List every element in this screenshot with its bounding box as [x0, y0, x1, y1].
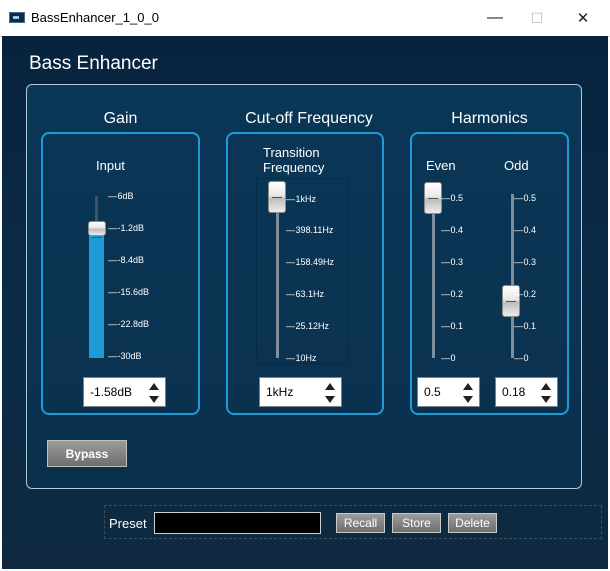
spin-arrows-icon[interactable] — [462, 381, 474, 405]
maximize-button[interactable]: ☐ — [514, 0, 560, 36]
cutoff-title: Cut-off Frequency — [245, 110, 373, 127]
cutoff-value: 1kHz — [266, 385, 294, 399]
delete-button[interactable]: Delete — [448, 513, 497, 533]
spin-arrows-icon[interactable] — [324, 381, 336, 405]
gain-value: -1.58dB — [90, 385, 133, 399]
even-slider-track — [432, 194, 435, 358]
cutoff-tick: 1kHz — [286, 194, 317, 204]
odd-tick: 0.3 — [514, 257, 537, 267]
odd-tick: 0.4 — [514, 225, 537, 235]
odd-slider-track — [511, 194, 514, 358]
gain-title: Gain — [103, 110, 138, 127]
odd-tick: 0 — [514, 353, 529, 363]
preset-name-input[interactable] — [154, 512, 321, 534]
gain-level-bar — [89, 232, 104, 358]
odd-tick: 0.5 — [514, 193, 537, 203]
odd-tick: 0.1 — [514, 321, 537, 331]
gain-group — [41, 132, 200, 415]
even-tick: 0.5 — [441, 193, 464, 203]
cutoff-spinbox[interactable]: 1kHz — [259, 377, 342, 407]
gain-spinbox[interactable]: -1.58dB — [83, 377, 166, 407]
gain-tick: -15.6dB — [108, 287, 150, 297]
cutoff-tick: 10Hz — [286, 353, 317, 363]
recall-button[interactable]: Recall — [336, 513, 385, 533]
odd-value: 0.18 — [502, 385, 526, 399]
harmonics-title: Harmonics — [451, 110, 528, 127]
even-slider-thumb[interactable] — [424, 182, 442, 214]
cutoff-transition-label: Transition Frequency — [263, 145, 325, 175]
cutoff-slider-thumb[interactable] — [268, 181, 286, 213]
even-tick: 0 — [441, 353, 456, 363]
gain-tick: -30dB — [108, 351, 142, 361]
even-tick: 0.2 — [441, 289, 464, 299]
preset-label: Preset — [109, 516, 147, 531]
gain-slider-thumb[interactable] — [88, 221, 106, 238]
harmonics-odd-label: Odd — [504, 158, 529, 173]
gain-tick: 6dB — [108, 191, 134, 201]
cutoff-tick: 63.1Hz — [286, 289, 325, 299]
store-button[interactable]: Store — [392, 513, 441, 533]
harmonics-even-label: Even — [426, 158, 456, 173]
bypass-button[interactable]: Bypass — [47, 440, 127, 467]
even-tick: 0.1 — [441, 321, 464, 331]
minimize-button[interactable]: — — [472, 0, 518, 36]
cutoff-tick: 158.49Hz — [286, 257, 335, 267]
app-icon — [9, 12, 25, 23]
close-button[interactable]: ✕ — [560, 0, 606, 36]
spin-arrows-icon[interactable] — [148, 381, 160, 405]
odd-spinbox[interactable]: 0.18 — [495, 377, 558, 407]
gain-input-label: Input — [96, 158, 125, 173]
window-title: BassEnhancer_1_0_0 — [31, 10, 159, 25]
gain-tick: -1.2dB — [108, 223, 145, 233]
cutoff-tick: 398.11Hz — [286, 225, 334, 235]
cutoff-slider-track — [276, 194, 279, 358]
odd-tick: 0.2 — [514, 289, 537, 299]
spin-arrows-icon[interactable] — [540, 381, 552, 405]
gain-tick: -8.4dB — [108, 255, 145, 265]
cutoff-tick: 25.12Hz — [286, 321, 330, 331]
app-title: Bass Enhancer — [29, 53, 158, 74]
even-value: 0.5 — [424, 385, 441, 399]
even-spinbox[interactable]: 0.5 — [417, 377, 480, 407]
even-tick: 0.3 — [441, 257, 464, 267]
gain-tick: -22.8dB — [108, 319, 150, 329]
even-tick: 0.4 — [441, 225, 464, 235]
